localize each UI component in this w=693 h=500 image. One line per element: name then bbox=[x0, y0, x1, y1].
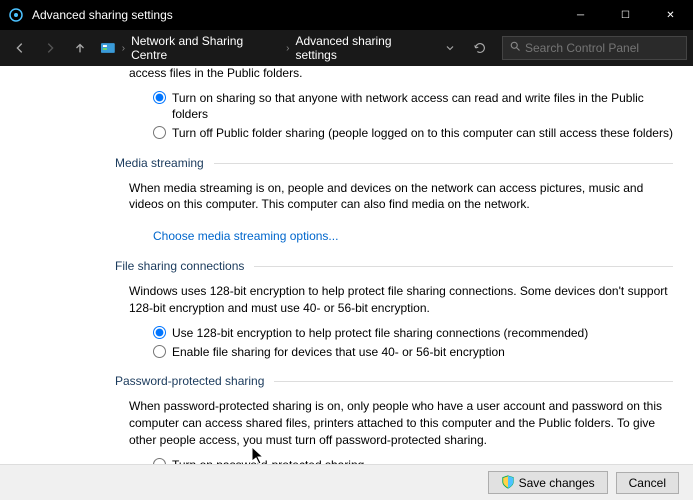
media-streaming-desc: When media streaming is on, people and d… bbox=[129, 180, 673, 214]
chevron-right-icon: › bbox=[122, 43, 125, 54]
encryption-128-label[interactable]: Use 128-bit encryption to help protect f… bbox=[172, 325, 588, 341]
shield-icon bbox=[501, 475, 515, 489]
media-streaming-heading: Media streaming bbox=[115, 156, 673, 170]
encryption-128-radio[interactable] bbox=[153, 326, 166, 339]
breadcrumb-network[interactable]: Network and Sharing Centre bbox=[131, 34, 280, 62]
truncated-text: access files in the Public folders. bbox=[129, 66, 673, 80]
encryption-4056-radio[interactable] bbox=[153, 345, 166, 358]
password-sharing-desc: When password-protected sharing is on, o… bbox=[129, 398, 673, 448]
content-pane: access files in the Public folders. Turn… bbox=[0, 66, 693, 464]
password-sharing-heading: Password-protected sharing bbox=[115, 374, 673, 388]
maximize-button[interactable]: ☐ bbox=[603, 0, 648, 30]
navbar: › Network and Sharing Centre › Advanced … bbox=[0, 30, 693, 66]
breadcrumb[interactable]: › Network and Sharing Centre › Advanced … bbox=[100, 34, 434, 62]
media-streaming-link[interactable]: Choose media streaming options... bbox=[153, 229, 338, 243]
forward-button[interactable] bbox=[36, 34, 64, 62]
cancel-button[interactable]: Cancel bbox=[616, 472, 679, 494]
dropdown-history-button[interactable] bbox=[436, 34, 464, 62]
titlebar: Advanced sharing settings ─ ☐ ✕ bbox=[0, 0, 693, 30]
public-folder-off-radio[interactable] bbox=[153, 126, 166, 139]
close-button[interactable]: ✕ bbox=[648, 0, 693, 30]
encryption-4056-label[interactable]: Enable file sharing for devices that use… bbox=[172, 344, 505, 360]
breadcrumb-advanced[interactable]: Advanced sharing settings bbox=[295, 34, 434, 62]
public-folder-on-radio[interactable] bbox=[153, 91, 166, 104]
search-input[interactable] bbox=[525, 41, 680, 55]
control-panel-icon bbox=[100, 40, 116, 56]
search-icon bbox=[509, 39, 521, 57]
chevron-right-icon: › bbox=[286, 43, 289, 54]
public-folder-off-label[interactable]: Turn off Public folder sharing (people l… bbox=[172, 125, 673, 141]
footer: Save changes Cancel bbox=[0, 464, 693, 500]
save-changes-button[interactable]: Save changes bbox=[488, 471, 608, 494]
file-sharing-desc: Windows uses 128-bit encryption to help … bbox=[129, 283, 673, 317]
window-title: Advanced sharing settings bbox=[32, 8, 558, 22]
password-on-label[interactable]: Turn on password-protected sharing bbox=[172, 457, 364, 464]
minimize-button[interactable]: ─ bbox=[558, 0, 603, 30]
up-button[interactable] bbox=[66, 34, 94, 62]
back-button[interactable] bbox=[6, 34, 34, 62]
public-folder-on-label[interactable]: Turn on sharing so that anyone with netw… bbox=[172, 90, 673, 122]
settings-icon bbox=[8, 7, 24, 23]
file-sharing-heading: File sharing connections bbox=[115, 259, 673, 273]
search-box[interactable] bbox=[502, 36, 687, 60]
refresh-button[interactable] bbox=[466, 34, 494, 62]
